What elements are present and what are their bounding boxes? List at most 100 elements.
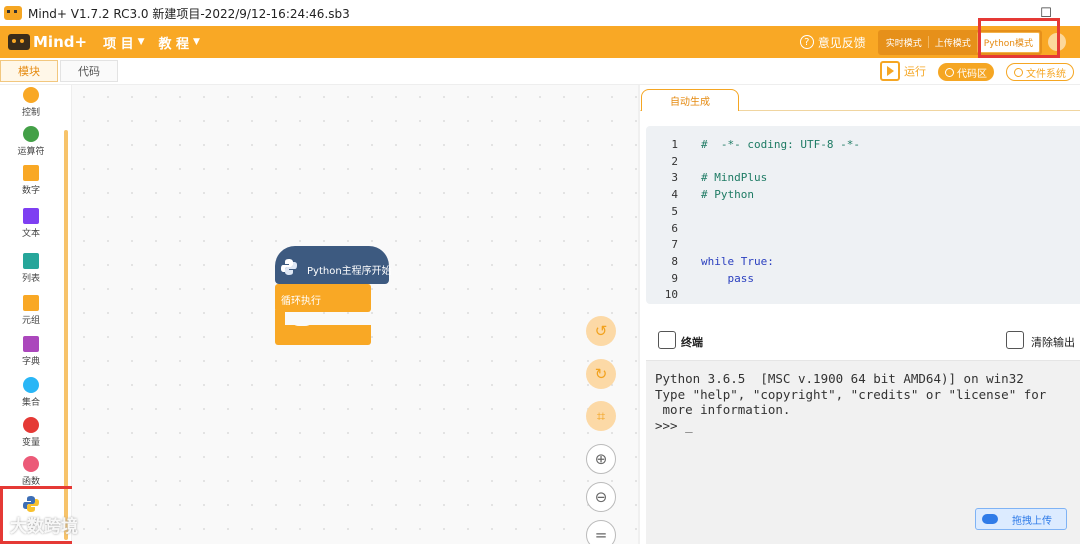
list-icon	[23, 253, 39, 269]
menu-tutorial[interactable]: 教 程 ▼	[159, 33, 200, 52]
category-function[interactable]: 函数	[0, 456, 62, 487]
drag-upload-label: 拖拽上传	[1012, 515, 1052, 527]
category-text[interactable]: 文本	[0, 208, 62, 239]
crop-icon: ⌗	[596, 407, 606, 425]
block-category-sidebar: 控制 运算符 数字 文本 列表 元组 字典 集合 变量 函数	[0, 85, 72, 544]
terminal-title: 终端	[681, 336, 703, 349]
terminal-line: Type "help", "copyright", "credits" or "…	[655, 387, 1047, 402]
question-icon: ?	[799, 35, 814, 49]
chevron-down-icon: ▼	[137, 37, 145, 47]
line-number: 8	[671, 255, 678, 268]
watermark: 大数跨境	[10, 517, 78, 537]
control-icon	[23, 87, 39, 103]
logo-text: Mind+	[33, 33, 88, 51]
category-variable[interactable]: 变量	[0, 417, 62, 448]
code-area-label: 代码区	[957, 68, 987, 80]
category-control[interactable]: 控制	[0, 87, 62, 118]
feedback-button[interactable]: ? 意见反馈	[799, 34, 866, 51]
title-bar: Mind+ V1.7.2 RC3.0 新建项目-2022/9/12-16:24:…	[0, 0, 1080, 26]
forever-loop-label: 循环执行	[281, 296, 321, 307]
line-number: 3	[671, 171, 678, 184]
category-dict[interactable]: 字典	[0, 336, 62, 367]
category-label: 元组	[21, 316, 40, 326]
category-label: 变量	[21, 438, 40, 448]
zoom-in-button[interactable]: ⊕	[586, 444, 616, 474]
mindplus-window: Mind+ V1.7.2 RC3.0 新建项目-2022/9/12-16:24:…	[0, 0, 1080, 544]
menu-bar: Mind+ 项 目 ▼ 教 程 ▼ ? 意见反馈 实时模式 上传模式 Pytho…	[0, 26, 1080, 58]
redo-icon: ↻	[594, 365, 608, 383]
text-icon	[23, 208, 39, 224]
code-line: # -*- coding: UTF-8 -*-	[701, 138, 860, 151]
category-label: 文本	[21, 229, 40, 239]
category-operators[interactable]: 运算符	[0, 126, 62, 157]
clean-up-button[interactable]: ⌗	[586, 401, 616, 431]
code-line: pass	[701, 272, 754, 285]
highlight-box-python-mode	[978, 18, 1060, 58]
code-area-button[interactable]: 代码区	[938, 63, 994, 81]
category-number[interactable]: 数字	[0, 165, 62, 196]
line-number: 5	[671, 205, 678, 218]
zoom-reset-button[interactable]: =	[586, 520, 616, 544]
zoom-out-icon: ⊖	[594, 488, 608, 506]
category-label: 控制	[21, 108, 40, 118]
file-system-label: 文件系统	[1026, 68, 1066, 80]
code-line: # Python	[701, 188, 754, 201]
drag-upload-button[interactable]: 拖拽上传	[975, 508, 1067, 530]
undo-button[interactable]: ↺	[586, 316, 616, 346]
dict-icon	[23, 336, 39, 352]
eye-icon	[945, 67, 954, 77]
tab-code[interactable]: 代码	[60, 60, 118, 82]
folder-icon	[1014, 67, 1023, 77]
line-number: 6	[671, 222, 678, 235]
forever-loop-bottom	[275, 325, 371, 345]
category-tuple[interactable]: 元组	[0, 295, 62, 326]
category-label: 数字	[21, 186, 40, 196]
play-icon	[880, 61, 900, 81]
feedback-label: 意见反馈	[817, 35, 866, 50]
line-number: 9	[671, 272, 678, 285]
cloud-upload-icon	[982, 514, 998, 524]
code-line: # MindPlus	[701, 171, 768, 184]
equals-icon: =	[594, 526, 608, 544]
broom-icon[interactable]	[1006, 331, 1024, 349]
terminal-line: Python 3.6.5 [MSC v.1900 64 bit AMD64)] …	[655, 371, 1024, 386]
variable-icon	[23, 417, 39, 433]
menu-tutorial-label: 教 程	[158, 36, 190, 52]
tab-auto-generate[interactable]: 自动生成	[641, 89, 739, 111]
function-icon	[23, 456, 39, 472]
operators-icon	[23, 126, 39, 142]
tuple-icon	[23, 295, 39, 311]
number-icon	[23, 165, 39, 181]
panel-divider[interactable]	[638, 85, 640, 544]
forever-loop-arm	[275, 310, 285, 326]
chevron-down-icon: ▼	[193, 37, 200, 47]
terminal-line: more information.	[655, 402, 791, 417]
redo-button[interactable]: ↻	[586, 359, 616, 389]
zoom-out-button[interactable]: ⊖	[586, 482, 616, 512]
line-number: 7	[671, 238, 678, 251]
realtime-mode-button[interactable]: 实时模式	[880, 33, 928, 52]
line-number: 2	[671, 155, 678, 168]
sidebar-scrollbar[interactable]	[64, 130, 68, 540]
mindplus-logo: Mind+	[8, 33, 87, 51]
category-label: 集合	[21, 398, 40, 408]
run-button[interactable]: 运行	[880, 61, 926, 81]
tab-blocks[interactable]: 模块	[0, 60, 58, 82]
code-line: while True:	[701, 255, 774, 268]
clear-output-button[interactable]: 清除输出	[1031, 334, 1075, 350]
robot-icon	[8, 34, 30, 50]
file-system-button[interactable]: 文件系统	[1006, 63, 1074, 81]
block-workspace[interactable]	[72, 85, 638, 544]
python-icon	[281, 259, 297, 275]
window-title: Mind+ V1.7.2 RC3.0 新建项目-2022/9/12-16:24:…	[28, 6, 350, 21]
category-set[interactable]: 集合	[0, 377, 62, 408]
upload-mode-button[interactable]: 上传模式	[929, 33, 977, 52]
undo-icon: ↺	[594, 322, 608, 340]
category-list[interactable]: 列表	[0, 253, 62, 284]
line-number: 10	[664, 288, 678, 301]
terminal-prompt[interactable]: >>> _	[655, 418, 693, 433]
set-icon	[23, 377, 39, 393]
block-notch	[289, 312, 315, 326]
menu-project[interactable]: 项 目 ▼	[103, 33, 144, 52]
run-label: 运行	[904, 65, 926, 78]
